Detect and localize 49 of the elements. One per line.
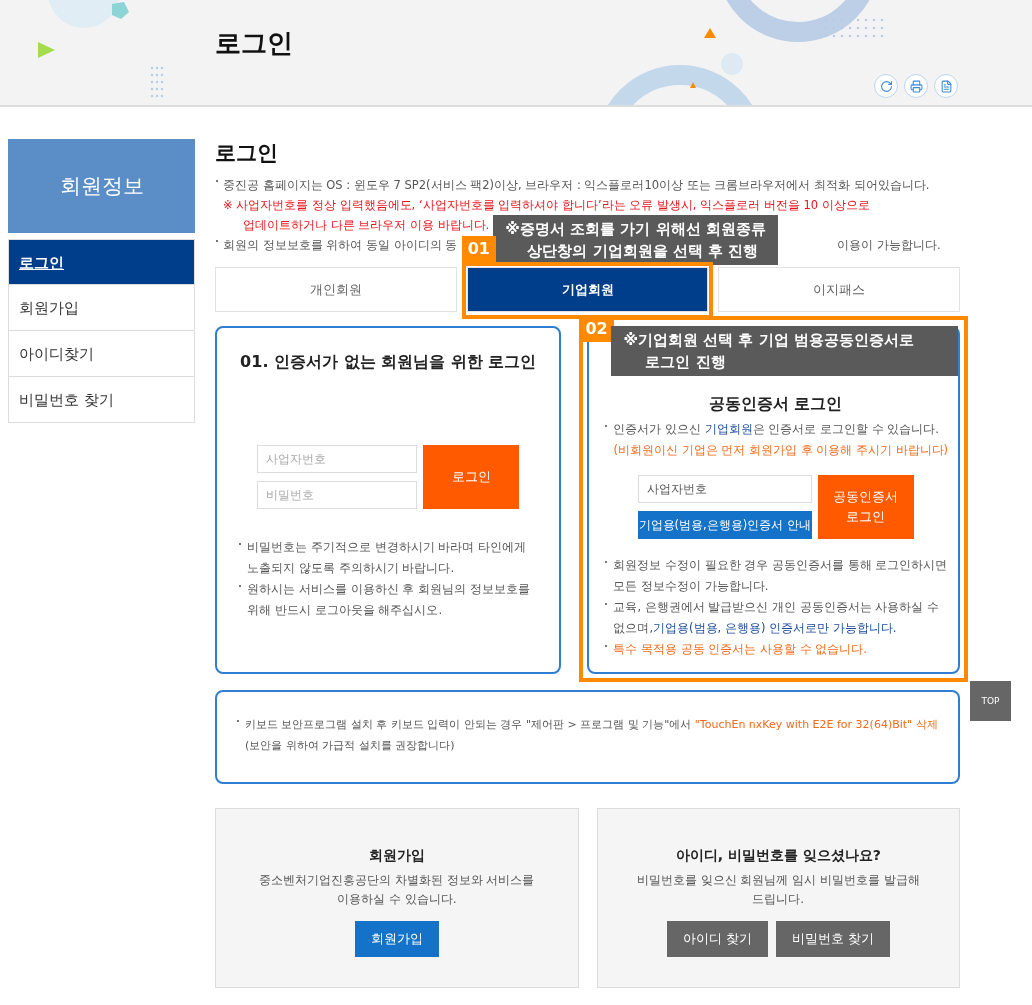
login-button[interactable]: 로그인 [423,445,520,509]
note-text: 회원정보 수정이 필요한 경우 공동인증서를 통해 로그인하시면 모든 정보수정이 가능합니다. [603,555,948,597]
step-number: 01 [461,236,496,262]
card-title: 01. 인증서가 없는 회원님을 위한 로그인 [240,352,537,373]
input-field[interactable]: 비밀번호 [257,481,418,509]
note-text: 교육, 은행권에서 발급받으신 개인 공동인증서는 사용하실 수 없으며,기업용(범용, 은행용) 인증서로만 가능합니다. [603,597,948,639]
note-text: 인증서가 있으신 기업회원은 인증서로 로그인할 수 있습니다. [603,419,948,440]
sidebar-title: 회원정보 [8,139,195,233]
alert-text: ※ 사업자번호를 정상 입력했음에도, ‘사업자번호를 입력하셔야 합니다’라는 오류 발생시, 익스플로러 버전을 10 이상으로 [223,197,870,214]
page-header-title: 로그인 [215,27,293,60]
sidebar-item[interactable]: 회원가입 [8,285,195,331]
instruction-callout: ※증명서 조회를 가기 위해선 회원종류 상단창의 기업회원을 선택 후 진행 [493,215,778,265]
member-type-tab[interactable]: 기업회원 [466,267,709,312]
help-button[interactable]: 아이디 찾기 [666,921,768,957]
member-type-tab[interactable]: 개인회원 [215,267,457,312]
document-button[interactable] [934,74,958,98]
refresh-icon [879,79,893,93]
note-text: 특수 목적용 공동 인증서는 사용할 수 없습니다. [603,639,948,660]
sidebar-item[interactable]: 로그인 [8,239,195,285]
scroll-top-button[interactable]: TOP [970,681,1011,721]
refresh-button[interactable] [874,74,898,98]
notice-text: 이용이 가능합니다. [837,237,941,254]
note-text: (비회원이신 기업은 먼저 회원가입 후 이용해 주시기 바랍니다) [612,442,948,459]
certificate-login-button[interactable]: 공동인증서 로그인 [817,475,914,539]
sidebar-item[interactable]: 아이디찾기 [8,331,195,377]
print-button[interactable] [904,74,928,98]
instruction-callout: ※기업회원 선택 후 기업 범용공동인증서로 로그인 진행 [611,326,958,376]
member-type-tab[interactable]: 이지패스 [718,267,960,312]
card-title: 공동인증서 로그인 [708,394,843,415]
notice-text: 키보드 보안프로그램 설치 후 키보드 입력이 안되는 경우 "제어판 > 프로그램 및 기능"에서 "TouchEn nxKey with E2E for 32(64)Bit" 삭제 [237,714,938,736]
document-icon [939,79,953,93]
notice-text: (보안을 위하여 가급적 설치를 권장합니다) [244,738,456,754]
help-description: 비밀번호를 잊으신 회원님께 임시 비밀번호를 발급해 드립니다. [635,872,921,908]
printer-icon [909,79,923,93]
notice-text: 회원의 정보보호를 위하여 동일 아이디의 동 [215,235,458,255]
help-button[interactable]: 회원가입 [354,921,439,957]
note-text: 비밀번호는 주기적으로 변경하시기 바라며 타인에게 노출되지 않도록 주의하시기 바랍니다. [237,537,540,579]
sidebar-item[interactable]: 비밀번호 찾기 [8,377,195,423]
input-field[interactable]: 사업자번호 [637,475,812,503]
input-field[interactable]: 사업자번호 [257,445,418,473]
certificate-guide-button[interactable]: 기업용(범용,은행용)인증서 안내 [637,511,812,539]
notice-text: 중진공 홈페이지는 OS : 윈도우 7 SP2(서비스 팩2)이상, 브라우저 : 익스플로러10이상 또는 크롬브라우저에서 최적화 되어있습니다. [215,175,930,195]
section-title: 로그인 [215,140,279,167]
note-text: 원하시는 서비스를 이용하신 후 회원님의 정보보호를 위해 반드시 로그아웃을 해주십시오. [237,579,540,621]
help-title: 아이디, 비밀번호를 잊으셨나요? [675,847,881,865]
help-title: 회원가입 [368,847,425,865]
help-button[interactable]: 비밀번호 찾기 [775,921,890,957]
help-description: 중소벤처기업진흥공단의 차별화된 정보와 서비스를 이용하실 수 있습니다. [258,872,536,908]
alert-text: 업데이트하거나 다른 브라우저 이용 바랍니다. [243,217,490,234]
